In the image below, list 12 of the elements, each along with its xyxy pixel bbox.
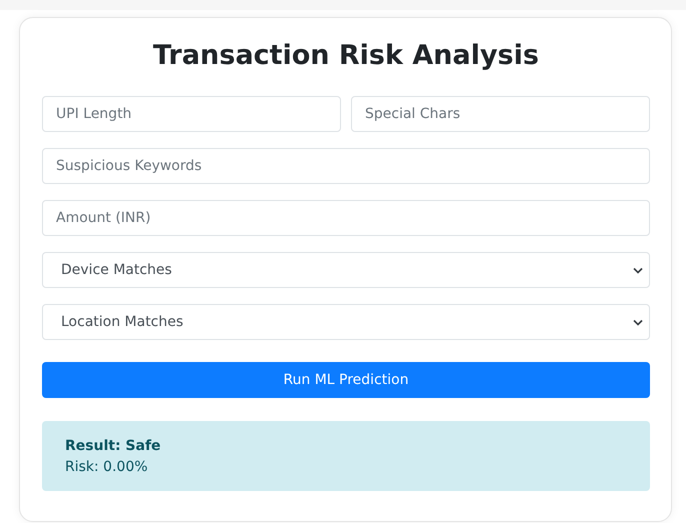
dropdown-field[interactable]: Location Matches <box>42 304 650 340</box>
input-field[interactable]: Amount (INR) <box>42 200 650 236</box>
input-field[interactable]: UPI Length <box>42 96 341 132</box>
chevron-icon <box>633 318 643 326</box>
chevron-icon <box>633 266 643 274</box>
predict-button[interactable]: Run ML Prediction <box>42 362 650 398</box>
result-heading: Result: Safe <box>65 437 162 456</box>
input-field[interactable]: Special Chars <box>351 96 650 132</box>
risk-text: Risk: 0.00% <box>65 458 149 477</box>
dropdown-field[interactable]: Device Matches <box>42 252 650 288</box>
form-title: Transaction Risk Analysis <box>152 39 540 73</box>
input-field[interactable]: Suspicious Keywords <box>42 148 650 184</box>
